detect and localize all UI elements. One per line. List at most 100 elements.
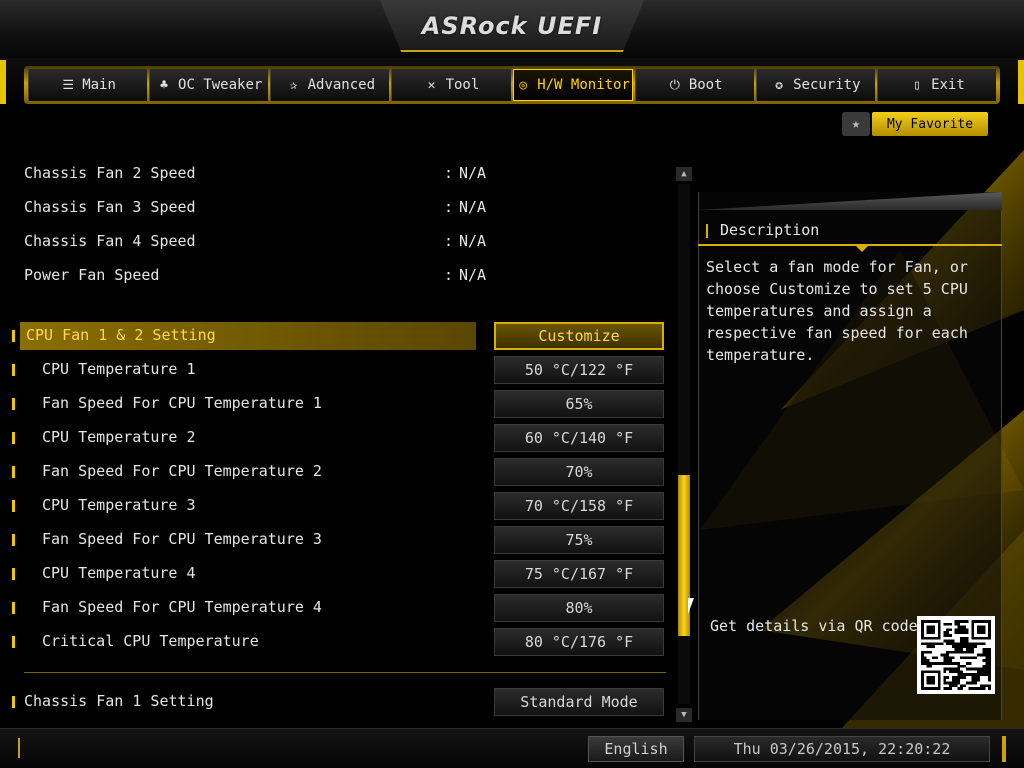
- section-divider: [24, 672, 666, 673]
- setting-value-button[interactable]: 80%: [494, 594, 664, 622]
- reading-row: Chassis Fan 3 Speed: N/A: [0, 194, 670, 222]
- setting-label: CPU Fan 1 & 2 Setting: [26, 326, 216, 344]
- description-text: Select a fan mode for Fan, or choose Cus…: [706, 258, 968, 364]
- reading-value: N/A: [459, 198, 487, 216]
- separator-colon: :: [444, 266, 454, 284]
- setting-label: CPU Temperature 3: [42, 496, 196, 514]
- setting-row[interactable]: CPU Temperature 4 75 °C/167 °F: [0, 560, 670, 588]
- setting-value-button[interactable]: 70 °C/158 °F: [494, 492, 664, 520]
- monitor-icon: ◎: [519, 77, 528, 93]
- setting-label: Fan Speed For CPU Temperature 4: [42, 598, 322, 616]
- scroll-up-arrow-icon[interactable]: ▲: [676, 167, 692, 181]
- setting-label: Fan Speed For CPU Temperature 1: [42, 394, 322, 412]
- setting-row[interactable]: CPU Temperature 2 60 °C/140 °F: [0, 424, 670, 452]
- tab-advanced[interactable]: ✰ Advanced: [270, 69, 390, 101]
- tab-boot[interactable]: ⏻ Boot: [634, 69, 754, 101]
- setting-row[interactable]: Fan Speed For CPU Temperature 4 80%: [0, 594, 670, 622]
- qr-code-label: Get details via QR code: [710, 617, 918, 635]
- tab-bar-edge-right: [1018, 60, 1024, 104]
- separator-colon: :: [444, 164, 454, 182]
- setting-row[interactable]: CPU Temperature 3 70 °C/158 °F: [0, 492, 670, 520]
- tab-label: Security: [793, 77, 861, 93]
- tab-bar-edge-left: [0, 60, 6, 104]
- setting-value-button[interactable]: 65%: [494, 390, 664, 418]
- bullet-marker: [12, 636, 15, 648]
- setting-label: Chassis Fan 1 Setting: [24, 692, 214, 710]
- date-time-edge: [1002, 736, 1006, 762]
- setting-row[interactable]: CPU Temperature 1 50 °C/122 °F: [0, 356, 670, 384]
- reading-row: Chassis Fan 2 Speed: N/A: [0, 160, 670, 188]
- reading-label: Chassis Fan 2 Speed: [24, 164, 196, 182]
- reading-label: Chassis Fan 4 Speed: [24, 232, 196, 250]
- reading-value: N/A: [459, 164, 487, 182]
- description-notch: [856, 246, 868, 252]
- description-title: Description: [720, 221, 820, 239]
- setting-row[interactable]: Fan Speed For CPU Temperature 1 65%: [0, 390, 670, 418]
- setting-value-button[interactable]: 70%: [494, 458, 664, 486]
- tab-label: Boot: [688, 77, 723, 93]
- separator-colon: :: [444, 198, 454, 216]
- star-icon: ✰: [289, 77, 298, 93]
- setting-row[interactable]: Fan Speed For CPU Temperature 2 70%: [0, 458, 670, 486]
- setting-value-button[interactable]: 50 °C/122 °F: [494, 356, 664, 384]
- date-time-display: Thu 03/26/2015, 22:20:22: [694, 736, 990, 762]
- bullet-marker: [12, 534, 15, 546]
- bullet-marker: [12, 696, 15, 708]
- power-icon: ⏻: [669, 77, 680, 93]
- setting-row[interactable]: Chassis Fan 1 Setting Standard Mode: [0, 688, 670, 716]
- description-marker: [706, 224, 708, 238]
- setting-label: CPU Temperature 4: [42, 564, 196, 582]
- bullet-marker: [12, 602, 15, 614]
- scroll-down-arrow-icon[interactable]: ▼: [676, 708, 692, 722]
- description-header: Description: [698, 216, 1002, 246]
- favorite-star-icon[interactable]: ★: [842, 112, 870, 136]
- tab-main[interactable]: ☰ Main: [28, 69, 148, 101]
- list-icon: ☰: [62, 77, 75, 93]
- setting-row[interactable]: Fan Speed For CPU Temperature 3 75%: [0, 526, 670, 554]
- setting-label: CPU Temperature 1: [42, 360, 196, 378]
- my-favorite-button[interactable]: My Favorite: [872, 112, 988, 136]
- setting-label: Critical CPU Temperature: [42, 632, 259, 650]
- reading-row: Chassis Fan 4 Speed: N/A: [0, 228, 670, 256]
- setting-value-button[interactable]: 80 °C/176 °F: [494, 628, 664, 656]
- setting-value-button[interactable]: 75 °C/167 °F: [494, 560, 664, 588]
- separator-colon: :: [444, 232, 454, 250]
- tab-label: Advanced: [307, 77, 376, 93]
- language-button[interactable]: English: [588, 736, 684, 762]
- tab-label: Main: [82, 77, 116, 93]
- reading-label: Power Fan Speed: [24, 266, 160, 284]
- tab-label: Tool: [445, 77, 480, 93]
- tab-tool[interactable]: ✕ Tool: [391, 69, 511, 101]
- reading-value: N/A: [459, 232, 487, 250]
- tab-label: OC Tweaker: [178, 77, 263, 93]
- setting-value-button[interactable]: Customize: [494, 322, 664, 350]
- setting-value-button[interactable]: 60 °C/140 °F: [494, 424, 664, 452]
- app-title: ASRock UEFI: [421, 12, 603, 40]
- shield-icon: ✪: [775, 77, 783, 93]
- bullet-marker: [12, 432, 15, 444]
- wrench-icon: ✕: [427, 77, 436, 93]
- tab-bar: ☰ Main ♣ OC Tweaker ✰ Advanced ✕ Tool ◎ H/W Monit…: [24, 66, 1000, 104]
- setting-value-button[interactable]: Standard Mode: [494, 688, 664, 716]
- mouse-cursor-icon: [688, 598, 694, 614]
- setting-value-button[interactable]: 75%: [494, 526, 664, 554]
- setting-label: Fan Speed For CPU Temperature 3: [42, 530, 322, 548]
- setting-label: CPU Temperature 2: [42, 428, 196, 446]
- tab-h-w-monitor[interactable]: ◎ H/W Monitor: [512, 69, 633, 101]
- bullet-marker: [12, 398, 15, 410]
- bullet-marker: [12, 568, 15, 580]
- tab-exit[interactable]: ▯ Exit: [876, 69, 996, 101]
- setting-row[interactable]: Critical CPU Temperature 80 °C/176 °F: [0, 628, 670, 656]
- tab-oc-tweaker[interactable]: ♣ OC Tweaker: [149, 69, 269, 101]
- setting-label: Fan Speed For CPU Temperature 2: [42, 462, 322, 480]
- bullet-marker: [12, 330, 15, 342]
- bottom-marker: [18, 738, 20, 758]
- bullet-marker: [12, 466, 15, 478]
- reading-label: Chassis Fan 3 Speed: [24, 198, 196, 216]
- tab-label: H/W Monitor: [537, 77, 630, 93]
- setting-row[interactable]: CPU Fan 1 & 2 Setting Customize: [0, 322, 670, 350]
- bullet-marker: [12, 364, 15, 376]
- tab-security[interactable]: ✪ Security: [755, 69, 875, 101]
- title-bar: ASRock UEFI: [0, 0, 1024, 58]
- reading-row: Power Fan Speed: N/A: [0, 262, 670, 290]
